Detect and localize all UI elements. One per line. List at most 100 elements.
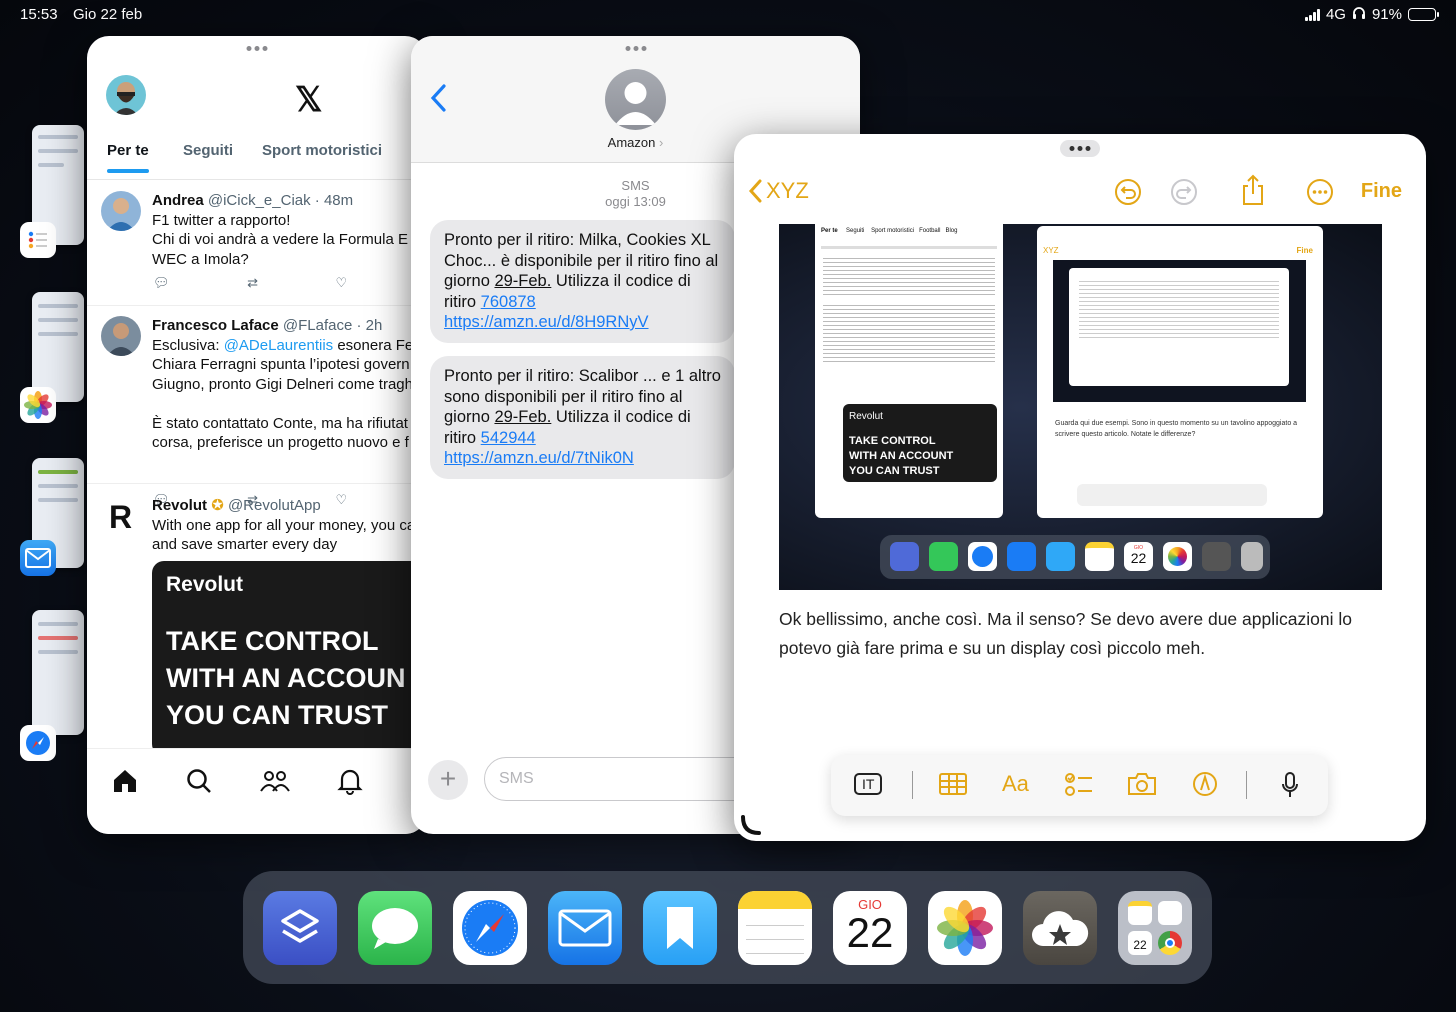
message-bubble[interactable]: Pronto per il ritiro: Scalibor ... e 1 a… [430,356,735,479]
back-button[interactable]: XYZ [748,178,809,204]
markup-icon[interactable] [1192,771,1218,802]
photos-icon[interactable] [928,891,1002,965]
avatar[interactable] [106,75,146,115]
contact-avatar-icon[interactable] [605,69,666,130]
text-style-button[interactable]: Aa [1002,771,1029,797]
mini-tab: Sport motoristici [871,228,915,234]
back-label: XYZ [766,178,809,203]
mini-ad-headline: TAKE CONTROL WITH AN ACCOUNT YOU CAN TRUST [849,435,954,477]
ad-brand: Revolut [166,573,244,596]
ad-headline-line: TAKE CONTROL [166,626,379,656]
avatar[interactable] [101,316,141,356]
tweet-text-line: Chi di voi andrà a vedere la Formula E a [152,231,421,248]
language-keyboard-button[interactable]: IT [854,773,883,795]
tweet-text-line: With one app for all your money, you ca [152,516,416,534]
tweet-ad[interactable]: R Revolut ✪ @RevolutApp With one app for… [87,486,427,756]
tweet[interactable]: Andrea @iCick_e_Ciak · 48m F1 twitter a … [87,181,427,306]
messages-icon[interactable] [358,891,432,965]
notes-icon[interactable] [738,891,812,965]
network-label: 4G [1325,6,1346,23]
window-grabber[interactable] [625,46,646,51]
x-app-window[interactable]: 𝕏 Per te Seguiti Sport motoristici Andre… [87,36,427,834]
app-library-icon[interactable]: 22 [1118,891,1192,965]
library-calendar-day: 22 [1128,931,1152,955]
mail-icon[interactable] [548,891,622,965]
note-body[interactable]: Ok bellissimo, anche così. Ma il senso? … [779,605,1399,662]
tab-seguiti[interactable]: Seguiti [183,142,233,159]
mini-calendar-day: GIO 22 [1124,542,1153,571]
tweet-text-line: F1 twitter a rapporto! [152,211,291,229]
cloud-star-icon[interactable] [1023,891,1097,965]
tweet-author: Andrea [152,192,204,209]
mini-ad-brand: Revolut [849,411,883,422]
mention-link[interactable]: @ADeLaurentiis [224,337,333,354]
tweet-actions: 💬︎ ⇄ ♡ ılı 71 [153,275,427,291]
x-logo-icon: 𝕏 [295,81,323,119]
tab-per-te[interactable]: Per te [107,142,149,173]
reply-icon[interactable]: 💬︎ [153,275,170,291]
amazon-link[interactable]: https://amzn.eu/d/7tNik0N [444,449,634,467]
search-icon[interactable] [185,767,213,800]
mini-notes-done: Fine [1296,246,1313,255]
share-icon[interactable] [1240,174,1266,211]
done-button[interactable]: Fine [1361,180,1402,203]
message-bubble[interactable]: Pronto per il ritiro: Milka, Cookies XL … [430,220,735,343]
camera-icon[interactable] [1127,772,1157,801]
ad-headline: TAKE CONTROL WITH AN ACCOUN YOU CAN TRUS… [166,623,405,734]
tweet-text: Esclusiva: [152,336,224,354]
stage-group-2[interactable] [20,292,88,432]
back-chevron-icon[interactable] [429,80,447,122]
tweet-text-line: and save smarter every day [152,536,338,553]
tweet[interactable]: Francesco Laface @FLaface · 2h Esclusiva… [87,306,427,507]
amazon-link[interactable]: https://amzn.eu/d/8H9RNyV [444,313,649,331]
notes-app-window[interactable]: XYZ Fine Per te Seguiti Sport motoristic… [734,134,1426,841]
tweet-handle: @FLaface · 2h [282,317,383,334]
checklist-icon[interactable] [1065,772,1093,803]
stage-group-4[interactable] [20,610,88,770]
more-icon[interactable] [1306,178,1334,211]
ad-card[interactable]: Revolut TAKE CONTROL WITH AN ACCOUN YOU … [152,561,427,756]
tweet-text-line: WEC a Imola? [152,250,249,268]
stage-group-1[interactable] [20,125,88,265]
undo-icon[interactable] [1114,178,1142,211]
tweet-content: Andrea @iCick_e_Ciak · 48m F1 twitter a … [152,191,427,269]
tweet-text-line: Giugno, pronto Gigi Delneri come tragh [152,375,413,393]
shortcuts-icon[interactable] [263,891,337,965]
bottom-nav [87,748,427,834]
redo-icon[interactable] [1170,178,1198,211]
resize-handle-icon[interactable] [740,814,762,841]
mini-notes-text: Guarda qui due esempi. Sono in questo mo… [1055,420,1298,438]
mini-tabs: Per te Seguiti Sport motoristici Footbal… [821,228,957,234]
pickup-code-link[interactable]: 542944 [481,429,536,447]
tweet-text-line: Chiara Ferragni spunta l’ipotesi govern [152,356,410,373]
mini-ad-card: Revolut TAKE CONTROL WITH AN ACCOUNT YOU C… [843,404,997,482]
tab-bar: Per te Seguiti Sport motoristici [87,142,427,180]
notifications-icon[interactable] [337,767,363,800]
table-icon[interactable] [939,773,967,800]
pickup-code-link[interactable]: 760878 [481,293,536,311]
tweet-handle: @iCick_e_Ciak · 48m [207,192,354,209]
retweet-icon[interactable]: ⇄ [247,275,258,291]
stage-group-3[interactable] [20,458,88,598]
window-grabber[interactable] [1060,140,1100,157]
calendar-icon[interactable]: GIO 22 [833,891,907,965]
tab-sport-motoristici[interactable]: Sport motoristici [262,142,382,159]
tweet-content: Francesco Laface @FLaface · 2h Esclusiva… [152,316,427,453]
embedded-screenshot[interactable]: Per te Seguiti Sport motoristici Footbal… [779,224,1382,590]
avatar[interactable] [101,191,141,231]
safari-icon[interactable] [453,891,527,965]
home-icon[interactable] [111,767,139,800]
stage-thumbnail [32,292,84,402]
like-icon[interactable]: ♡ [336,275,348,291]
bookmarks-icon[interactable] [643,891,717,965]
status-indicators: 4G 91% [1304,6,1439,23]
mini-dock: GIO 22 [880,535,1270,579]
revolut-logo-icon[interactable]: R [101,496,141,536]
window-grabber[interactable] [246,46,268,51]
add-attachment-button[interactable]: + [428,760,468,800]
photos-icon [20,387,56,423]
tweet-handle: @RevolutApp [227,497,321,514]
microphone-icon[interactable] [1281,771,1299,804]
mini-x-window: Per te Seguiti Sport motoristici Footbal… [815,224,1003,518]
communities-icon[interactable] [259,767,291,800]
